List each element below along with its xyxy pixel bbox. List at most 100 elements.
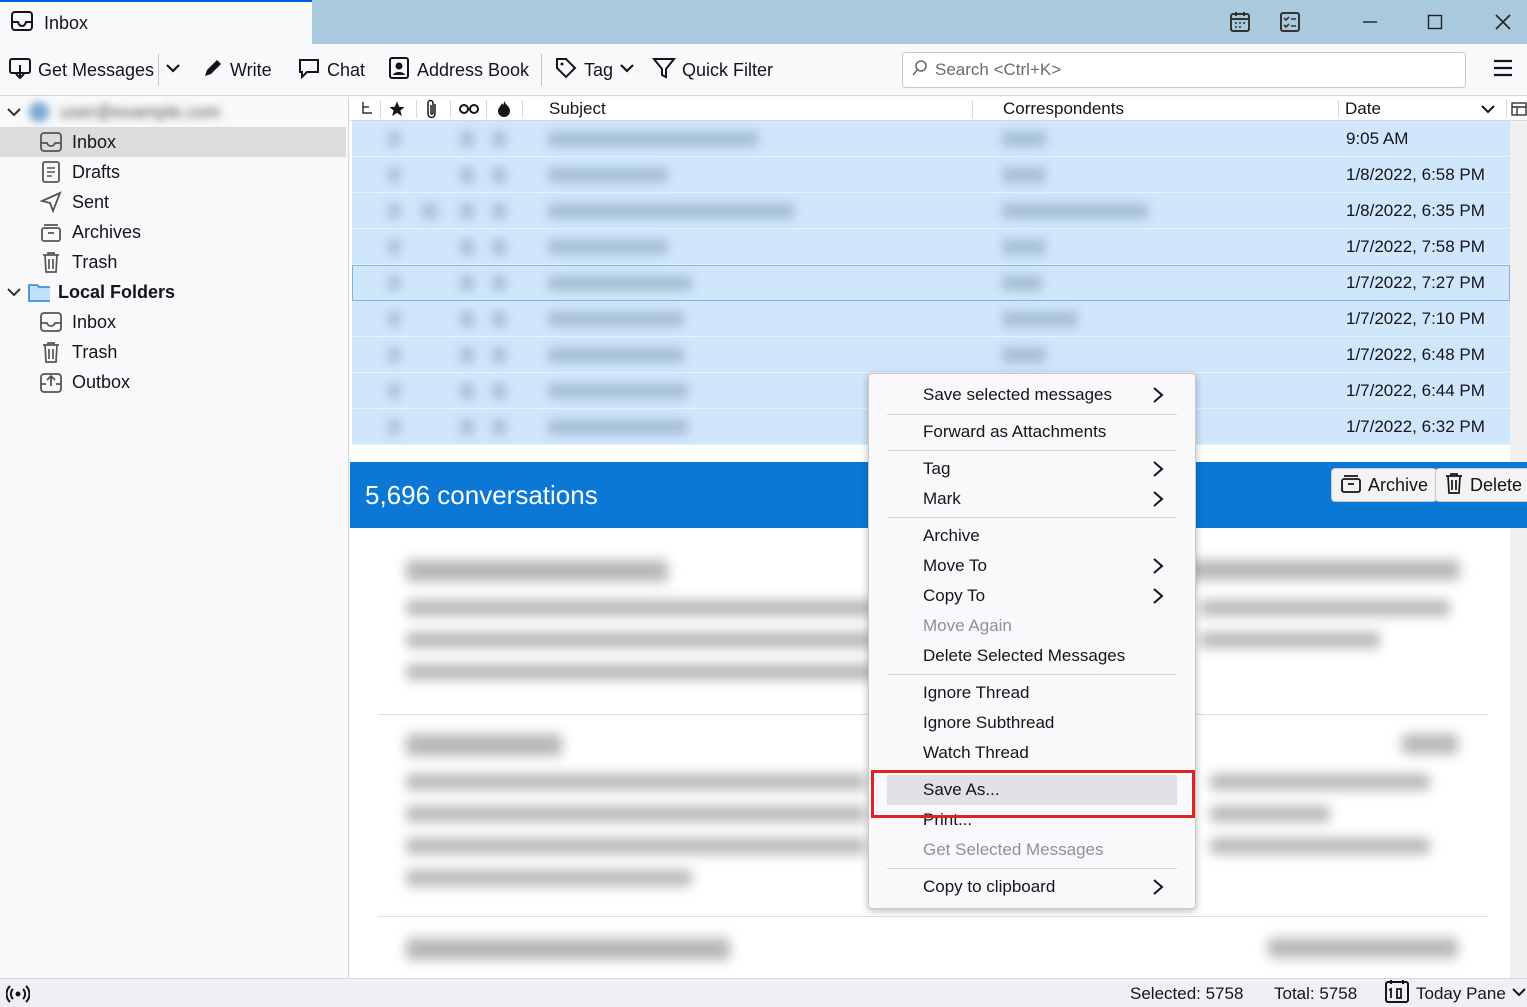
blurred-sender (1190, 560, 1460, 580)
chevron-down-icon (619, 60, 635, 81)
chevron-right-icon (1151, 460, 1165, 483)
chevron-right-icon (1151, 490, 1165, 513)
chevron-right-icon (1151, 386, 1165, 409)
address-book-button[interactable]: Address Book (387, 56, 529, 84)
column-subject[interactable]: Subject (549, 97, 606, 121)
maximize-icon[interactable] (1417, 6, 1453, 38)
read-column-icon[interactable] (458, 97, 480, 121)
folder-label: Trash (72, 251, 118, 272)
menu-item-move-to[interactable]: Move To (887, 551, 1177, 581)
calendar-icon[interactable] (1222, 6, 1258, 38)
menu-item-ignore-subthread[interactable]: Ignore Subthread (887, 708, 1177, 738)
today-pane-button[interactable]: Today Pane (1384, 979, 1526, 1007)
folder-trash[interactable]: Trash (0, 247, 346, 277)
menu-item-save-selected[interactable]: Save selected messages (887, 380, 1177, 410)
app-menu-button[interactable] (1492, 56, 1514, 84)
folder-pane: user@example.com Inbox Drafts Sent Archi… (0, 97, 349, 978)
filter-icon (651, 56, 677, 85)
online-status-icon[interactable] (6, 979, 30, 1007)
column-date[interactable]: Date (1345, 97, 1381, 121)
address-book-icon (387, 56, 411, 85)
folder-label: Inbox (72, 131, 117, 152)
local-folder-trash[interactable]: Trash (0, 337, 346, 367)
local-folder-inbox[interactable]: Inbox (0, 307, 346, 337)
outbox-icon (40, 371, 62, 393)
menu-item-watch-thread[interactable]: Watch Thread (887, 738, 1177, 768)
table-row[interactable]: 1/8/2022, 6:35 PM (352, 193, 1510, 229)
blurred-snippet (406, 870, 692, 886)
get-messages-dropdown[interactable] (164, 56, 182, 84)
column-correspondents[interactable]: Correspondents (1003, 97, 1124, 121)
conversation-count: 5,696 conversations (365, 480, 598, 510)
table-row[interactable]: 1/7/2022, 6:48 PM (352, 337, 1510, 373)
column-divider (416, 100, 417, 118)
minimize-icon[interactable] (1352, 6, 1388, 38)
table-row[interactable]: 1/8/2022, 6:58 PM (352, 157, 1510, 193)
folder-label: Sent (72, 191, 110, 212)
table-row[interactable]: 9:05 AM (352, 121, 1510, 157)
title-bar: Inbox (0, 0, 1527, 44)
table-row[interactable]: 1/7/2022, 7:10 PM (352, 301, 1510, 337)
blurred-sender (1268, 938, 1458, 958)
menu-item-copy-clipboard[interactable]: Copy to clipboard (887, 872, 1177, 902)
local-folders-row[interactable]: Local Folders (0, 277, 346, 307)
thread-scrollbar[interactable] (1510, 121, 1527, 462)
blurred-snippet (406, 838, 866, 854)
local-folder-outbox[interactable]: Outbox (0, 367, 346, 397)
blurred-snippet (1210, 838, 1430, 854)
menu-item-ignore-thread[interactable]: Ignore Thread (887, 678, 1177, 708)
tasks-icon[interactable] (1272, 6, 1308, 38)
blurred-snippet (406, 664, 876, 680)
folder-label: Outbox (72, 371, 131, 392)
message-date: 1/7/2022, 7:10 PM (1346, 309, 1485, 328)
chat-icon (297, 57, 321, 84)
send-icon (40, 191, 62, 213)
close-icon[interactable] (1485, 6, 1521, 38)
folder-icon (28, 281, 50, 303)
write-button[interactable]: Write (202, 56, 272, 84)
menu-item-archive[interactable]: Archive (887, 521, 1177, 551)
delete-button[interactable]: Delete (1435, 468, 1527, 502)
folder-archives[interactable]: Archives (0, 217, 346, 247)
menu-item-forward-attachments[interactable]: Forward as Attachments (887, 417, 1177, 447)
menu-item-delete-selected[interactable]: Delete Selected Messages (887, 641, 1177, 671)
menu-item-mark[interactable]: Mark (887, 484, 1177, 514)
search-input[interactable]: Search <Ctrl+K> (902, 52, 1466, 88)
folder-drafts[interactable]: Drafts (0, 157, 346, 187)
table-row[interactable]: 1/7/2022, 7:27 PM (352, 265, 1510, 301)
menu-separator (887, 517, 1177, 518)
menu-item-label: Delete Selected Messages (923, 646, 1126, 665)
folder-inbox[interactable]: Inbox (0, 127, 346, 157)
account-row[interactable]: user@example.com (0, 97, 346, 127)
star-column-icon[interactable] (388, 97, 406, 121)
hamburger-menu-icon (1492, 58, 1514, 83)
attachment-column-icon[interactable] (424, 97, 440, 121)
chat-button[interactable]: Chat (297, 56, 365, 84)
chevron-down-icon[interactable] (1480, 97, 1496, 121)
message-date: 1/8/2022, 6:58 PM (1346, 165, 1485, 184)
junk-column-icon[interactable] (496, 97, 512, 121)
tab-inbox[interactable]: Inbox (0, 0, 312, 44)
divider (378, 916, 1488, 917)
preview-scrollbar[interactable] (1510, 528, 1527, 978)
inbox-icon (40, 131, 62, 153)
archive-label: Archive (1368, 474, 1429, 495)
quick-filter-button[interactable]: Quick Filter (651, 56, 773, 85)
message-date: 1/7/2022, 7:58 PM (1346, 237, 1485, 256)
tag-button[interactable]: Tag (554, 56, 635, 84)
menu-item-tag[interactable]: Tag (887, 454, 1177, 484)
chevron-down-icon[interactable] (0, 285, 28, 299)
folder-sent[interactable]: Sent (0, 187, 346, 217)
menu-item-copy-to[interactable]: Copy To (887, 581, 1177, 611)
toolbar-divider (541, 54, 542, 86)
search-placeholder: Search <Ctrl+K> (935, 60, 1062, 79)
menu-item-label: Ignore Subthread (923, 713, 1055, 732)
column-picker-icon[interactable] (1511, 97, 1527, 121)
column-divider (1338, 100, 1339, 118)
archive-button[interactable]: Archive (1331, 468, 1438, 502)
thread-column-icon[interactable] (360, 97, 374, 121)
table-row[interactable]: 1/7/2022, 7:58 PM (352, 229, 1510, 265)
get-messages-button[interactable]: Get Messages (8, 56, 154, 84)
chevron-right-icon (1151, 587, 1165, 610)
chevron-down-icon[interactable] (0, 105, 28, 119)
